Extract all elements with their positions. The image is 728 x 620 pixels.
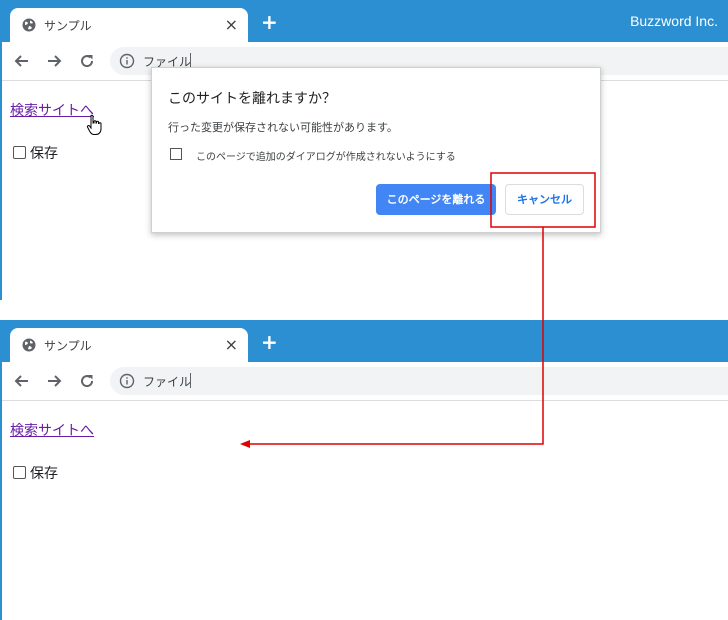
search-site-link[interactable]: 検索サイトへ bbox=[10, 100, 94, 120]
save-checkbox-label: 保存 bbox=[30, 146, 58, 162]
save-checkbox-label: 保存 bbox=[30, 466, 58, 482]
tab-strip: サンプル × + bbox=[0, 320, 728, 362]
brand-label: Buzzword Inc. bbox=[630, 13, 718, 29]
reload-icon[interactable] bbox=[77, 371, 97, 391]
forward-arrow-icon[interactable] bbox=[44, 51, 64, 71]
window-edge bbox=[0, 0, 2, 300]
globe-icon bbox=[22, 18, 36, 32]
new-tab-button[interactable]: + bbox=[261, 332, 278, 352]
browser-window-before: サンプル × + Buzzword Inc. ファイル 検索サイトへ 保存 この… bbox=[0, 0, 728, 300]
close-tab-icon[interactable]: × bbox=[225, 335, 238, 354]
separator-gap bbox=[0, 300, 728, 320]
address-text: ファイル bbox=[143, 375, 192, 389]
save-checkbox[interactable] bbox=[13, 466, 26, 479]
close-tab-icon[interactable]: × bbox=[225, 15, 238, 34]
back-arrow-icon[interactable] bbox=[12, 371, 32, 391]
window-edge bbox=[0, 320, 2, 620]
search-site-link[interactable]: 検索サイトへ bbox=[10, 420, 94, 440]
back-arrow-icon[interactable] bbox=[12, 51, 32, 71]
browser-tab[interactable]: サンプル × bbox=[10, 328, 248, 362]
browser-window-after: サンプル × + ファイル 検索サイトへ 保存 bbox=[0, 320, 728, 620]
dialog-message: 行った変更が保存されない可能性があります。 bbox=[168, 121, 398, 134]
leave-site-dialog: このサイトを離れますか？ 行った変更が保存されない可能性があります。 このページ… bbox=[151, 67, 601, 233]
suppress-dialogs-checkbox[interactable] bbox=[170, 148, 182, 160]
save-checkbox-row[interactable]: 保存 bbox=[13, 143, 58, 163]
save-checkbox-row[interactable]: 保存 bbox=[13, 463, 58, 483]
toolbar: ファイル bbox=[0, 362, 728, 401]
text-caret bbox=[190, 53, 191, 68]
cancel-button[interactable]: キャンセル bbox=[505, 184, 584, 215]
address-bar[interactable]: ファイル bbox=[110, 367, 728, 395]
browser-tab[interactable]: サンプル × bbox=[10, 8, 248, 42]
info-icon[interactable] bbox=[119, 373, 135, 389]
hand-pointer-icon bbox=[86, 114, 102, 135]
suppress-dialogs-label: このページで追加のダイアログが作成されないようにする bbox=[196, 152, 456, 163]
globe-icon bbox=[22, 338, 36, 352]
leave-page-button[interactable]: このページを離れる bbox=[376, 184, 496, 215]
info-icon[interactable] bbox=[119, 53, 135, 69]
new-tab-button[interactable]: + bbox=[261, 12, 278, 32]
dialog-title: このサイトを離れますか？ bbox=[168, 91, 336, 107]
save-checkbox[interactable] bbox=[13, 146, 26, 159]
tab-title: サンプル bbox=[44, 339, 92, 353]
text-caret bbox=[190, 373, 191, 388]
forward-arrow-icon[interactable] bbox=[44, 371, 64, 391]
reload-icon[interactable] bbox=[77, 51, 97, 71]
tab-strip: サンプル × + Buzzword Inc. bbox=[0, 0, 728, 42]
tab-title: サンプル bbox=[44, 19, 92, 33]
